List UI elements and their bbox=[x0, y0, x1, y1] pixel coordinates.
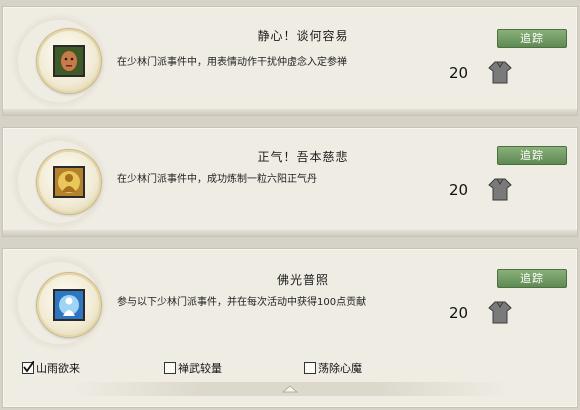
achievement-title: 正气！吾本慈悲 bbox=[257, 150, 349, 164]
card-bottom-edge bbox=[3, 109, 577, 115]
checkbox[interactable] bbox=[304, 362, 316, 374]
track-button[interactable]: 追踪 bbox=[497, 269, 567, 288]
golden-buddha-icon bbox=[53, 166, 85, 198]
collapse-toggle[interactable] bbox=[70, 382, 510, 396]
achievement-points: 20 bbox=[449, 304, 469, 322]
checkbox[interactable] bbox=[164, 362, 176, 374]
achievement-medal bbox=[37, 150, 101, 214]
achievement-medal bbox=[37, 273, 101, 337]
sub-event-3[interactable]: 荡除心魔 bbox=[304, 360, 362, 376]
achievement-card-2: 正气！吾本慈悲 在少林门派事件中，成功炼制一粒六阳正气丹 追踪 20 bbox=[2, 127, 578, 237]
sub-event-label: 禅武较量 bbox=[178, 362, 222, 375]
glowing-monk-icon bbox=[53, 289, 85, 321]
track-button[interactable]: 追踪 bbox=[497, 29, 567, 48]
armor-reward-icon bbox=[488, 61, 512, 84]
armor-reward-icon bbox=[488, 178, 512, 201]
sub-event-label: 荡除心魔 bbox=[318, 362, 362, 375]
checkbox[interactable] bbox=[22, 361, 34, 374]
track-button[interactable]: 追踪 bbox=[497, 146, 567, 165]
chevron-up-icon bbox=[282, 385, 298, 393]
card-bottom-edge bbox=[3, 230, 577, 236]
achievement-description: 在少林门派事件中，成功炼制一粒六阳正气丹 bbox=[117, 174, 317, 185]
achievement-medal bbox=[37, 29, 101, 93]
achievement-description: 在少林门派事件中，用表情动作干扰仲虚念入定参禅 bbox=[117, 57, 347, 68]
achievement-title: 静心！谈何容易 bbox=[257, 29, 349, 43]
achievement-description: 参与以下少林门派事件，并在每次活动中获得100点贡献 bbox=[117, 297, 367, 308]
achievement-points: 20 bbox=[449, 64, 469, 82]
achievement-title: 佛光普照 bbox=[276, 273, 329, 287]
achievement-points: 20 bbox=[449, 181, 469, 199]
achievement-card-1: 静心！谈何容易 在少林门派事件中，用表情动作干扰仲虚念入定参禅 追踪 20 bbox=[2, 6, 578, 116]
armor-reward-icon bbox=[488, 301, 512, 324]
monk-head-icon bbox=[53, 45, 85, 77]
sub-event-label: 山雨欲来 bbox=[36, 362, 80, 375]
checkmark-icon bbox=[23, 361, 34, 373]
sub-event-1[interactable]: 山雨欲来 bbox=[22, 360, 80, 376]
sub-event-2[interactable]: 禅武较量 bbox=[164, 360, 222, 376]
